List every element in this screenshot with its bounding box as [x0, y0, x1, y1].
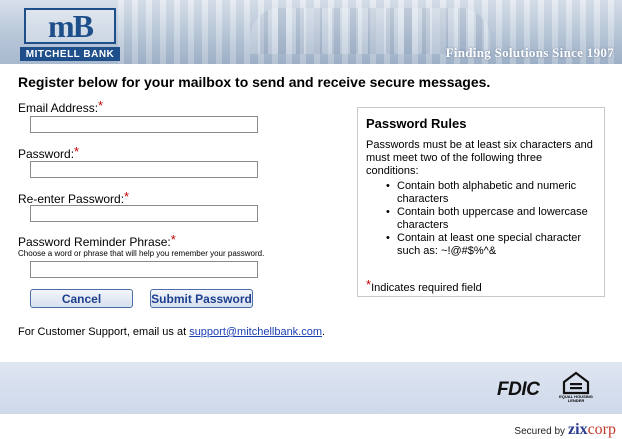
header-banner: mB MITCHELL BANK Finding Solutions Since…: [0, 0, 622, 64]
support-text: For Customer Support, email us at: [18, 326, 190, 338]
required-marker: *: [124, 189, 130, 204]
password-field[interactable]: [30, 161, 258, 178]
reenter-password-label: Re-enter Password:*: [18, 189, 129, 206]
reminder-label-text: Password Reminder Phrase:: [18, 235, 171, 249]
zix-logo-text: zix: [568, 421, 588, 438]
rule-item-text: Contain both uppercase and lowercase cha…: [397, 206, 588, 231]
support-email-link[interactable]: support@mitchellbank.com: [189, 326, 322, 338]
reminder-phrase-label: Password Reminder Phrase:*: [18, 232, 176, 249]
reminder-phrase-hint: Choose a word or phrase that will help y…: [18, 249, 265, 258]
page-title: Register below for your mailbox to send …: [18, 74, 491, 90]
rule-item-text: Contain at least one special character s…: [397, 232, 582, 257]
customer-support-text: For Customer Support, email us at suppor…: [18, 326, 325, 338]
reminder-phrase-field[interactable]: [30, 261, 258, 278]
equal-housing-lender-logo: EQUAL HOUSING LENDER: [558, 371, 594, 407]
email-field[interactable]: [30, 116, 258, 133]
bank-name: MITCHELL BANK: [20, 47, 120, 61]
fdic-logo: FDIC: [497, 379, 540, 400]
password-rules-box: Password Rules Passwords must be at leas…: [357, 107, 605, 297]
required-field-note: *Indicates required field: [366, 277, 482, 294]
secured-by-zixcorp: Secured by zix corp: [514, 421, 616, 439]
reenter-label-text: Re-enter Password:: [18, 192, 125, 206]
bullet-icon: •: [386, 206, 390, 218]
cancel-button[interactable]: Cancel: [30, 289, 133, 308]
submit-password-button[interactable]: Submit Password: [150, 289, 253, 308]
password-label: Password:*: [18, 144, 79, 161]
rule-item: • Contain both uppercase and lowercase ch…: [386, 206, 596, 232]
header-tagline: Finding Solutions Since 1907: [445, 45, 614, 60]
bank-logo: mB: [24, 8, 116, 44]
required-marker: *: [170, 232, 176, 247]
rule-item-text: Contain both alphabetic and numeric char…: [397, 180, 577, 205]
house-icon: [562, 371, 590, 395]
email-label-text: Email Address:: [18, 101, 99, 115]
ehl-text: EQUAL HOUSING LENDER: [559, 394, 593, 403]
password-label-text: Password:: [18, 147, 75, 161]
reenter-password-field[interactable]: [30, 205, 258, 222]
required-note-text: Indicates required field: [371, 282, 482, 294]
required-marker: *: [98, 98, 104, 113]
secured-by-text: Secured by: [514, 426, 566, 437]
bullet-icon: •: [386, 180, 390, 192]
logo-mark: mB: [48, 8, 94, 44]
rule-item: • Contain at least one special character …: [386, 232, 596, 258]
email-label: Email Address:*: [18, 98, 103, 115]
required-marker: *: [74, 144, 80, 159]
corp-logo-text: corp: [587, 421, 616, 438]
support-suffix: .: [322, 326, 326, 338]
footer-bar: FDIC EQUAL HOUSING LENDER: [0, 362, 622, 414]
rule-item: • Contain both alphabetic and numeric cha…: [386, 180, 596, 206]
password-rules-intro: Passwords must be at least six character…: [366, 139, 593, 177]
bullet-icon: •: [386, 232, 390, 244]
password-rules-title: Password Rules: [366, 116, 467, 131]
password-rules-list: • Contain both alphabetic and numeric cha…: [366, 180, 596, 258]
